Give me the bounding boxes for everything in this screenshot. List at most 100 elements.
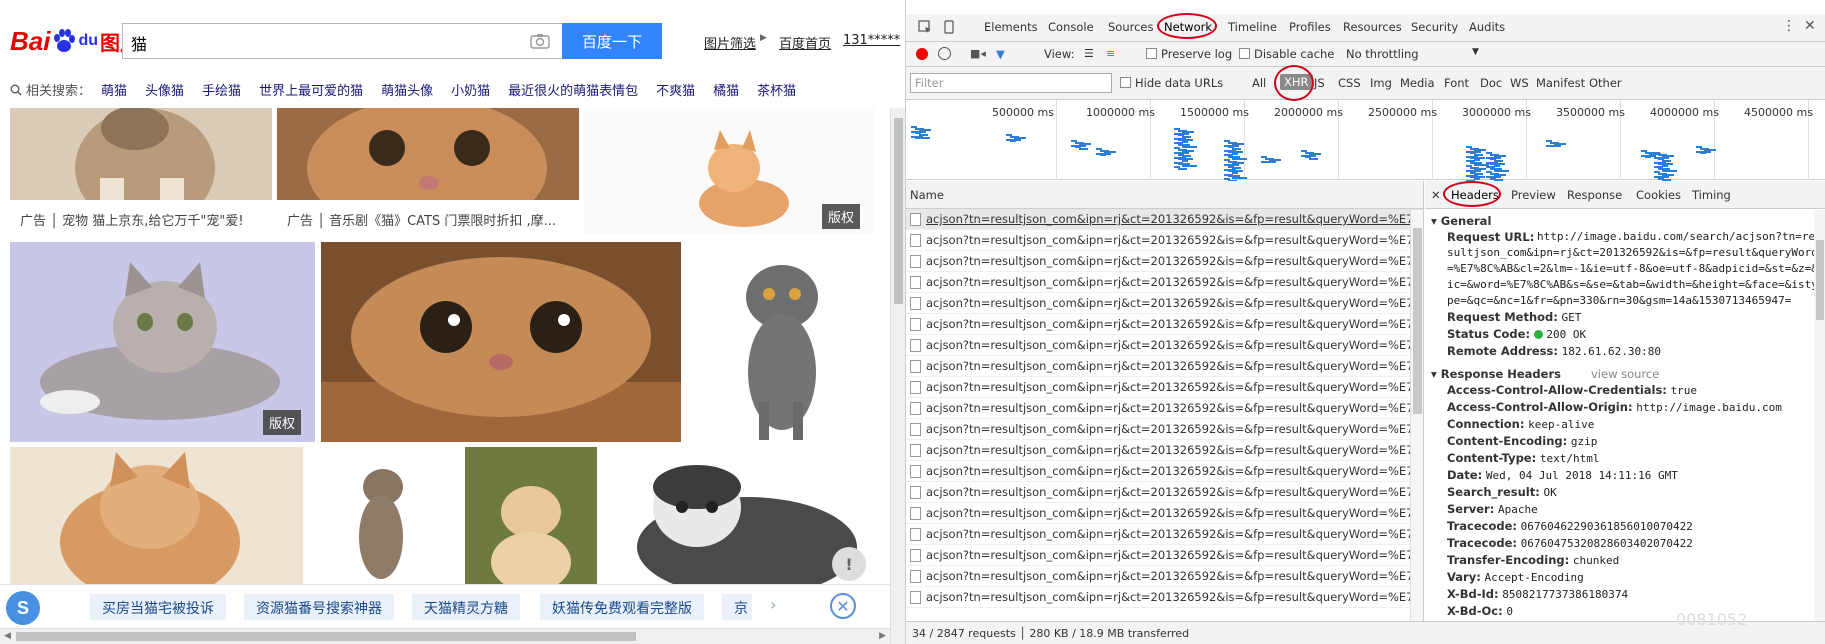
large-rows-icon[interactable]: ☰ [1084,47,1094,60]
image-kitten-standing[interactable] [311,447,449,587]
suggest-chip[interactable]: 资源猫番号搜索神器 [244,594,394,620]
type-filter-manifest[interactable]: Manifest [1536,76,1585,90]
tab-resources[interactable]: Resources [1343,20,1402,34]
request-row[interactable]: acjson?tn=resultjson_com&ipn=rj&ct=20132… [906,293,1423,314]
type-filter-all[interactable]: All [1252,76,1266,90]
clear-icon[interactable] [938,47,951,60]
type-filter-doc[interactable]: Doc [1480,76,1502,90]
preserve-log-checkbox[interactable]: Preserve log [1146,47,1232,61]
tab-cookies[interactable]: Cookies [1636,188,1681,202]
tab-timeline[interactable]: Timeline [1228,20,1277,34]
search-input[interactable]: 猫 [122,23,562,59]
related-term[interactable]: 手绘猫 [202,80,241,99]
filter-input[interactable]: Filter [910,73,1112,93]
request-row[interactable]: acjson?tn=resultjson_com&ipn=rj&ct=20132… [906,440,1423,461]
overview-icon[interactable]: ≡ [1106,47,1115,60]
request-row[interactable]: acjson?tn=resultjson_com&ipn=rj&ct=20132… [906,461,1423,482]
disable-cache-checkbox[interactable]: Disable cache [1239,47,1334,61]
type-filter-js[interactable]: JS [1314,76,1325,90]
page-horizontal-scrollbar[interactable]: ◀ ▶ [0,628,890,644]
related-term[interactable]: 茶杯猫 [757,80,796,99]
image-cat-face-table[interactable] [321,242,681,442]
suggest-chip[interactable]: 京 [722,594,752,620]
screenshot-icon[interactable]: ■◂ [970,47,986,60]
request-row[interactable]: acjson?tn=resultjson_com&ipn=rj&ct=20132… [906,545,1423,566]
image-tabby-lying[interactable]: 版权 [10,242,315,442]
ad-image-pet-mall[interactable]: 广告 │ 宠物 猫上京东,给它万千"宠"爱! [10,108,272,234]
tab-audits[interactable]: Audits [1469,20,1505,34]
request-row[interactable]: acjson?tn=resultjson_com&ipn=rj&ct=20132… [906,503,1423,524]
close-details-icon[interactable]: ✕ [1431,188,1441,202]
chevron-right-icon[interactable]: › [770,595,776,614]
request-row[interactable]: acjson?tn=resultjson_com&ipn=rj&ct=20132… [906,587,1423,608]
baidu-home-link[interactable]: 百度首页 [779,33,831,52]
type-filter-other[interactable]: Other [1589,76,1622,90]
throttling-select[interactable]: No throttling [1346,47,1419,61]
request-row[interactable]: acjson?tn=resultjson_com&ipn=rj&ct=20132… [906,272,1423,293]
request-row[interactable]: acjson?tn=resultjson_com&ipn=rj&ct=20132… [906,251,1423,272]
scroll-right-icon[interactable]: ▶ [879,631,886,641]
request-row[interactable]: acjson?tn=resultjson_com&ipn=rj&ct=20132… [906,230,1423,251]
related-term[interactable]: 不爽猫 [656,80,695,99]
type-filter-media[interactable]: Media [1400,76,1435,90]
image-kitten-white[interactable]: 版权 [584,108,874,234]
related-term[interactable]: 世界上最可爱的猫 [259,80,363,99]
request-row[interactable]: acjson?tn=resultjson_com&ipn=rj&ct=20132… [906,314,1423,335]
more-options-icon[interactable]: ⋮ [1782,18,1796,34]
device-mode-icon[interactable] [942,20,956,34]
tab-sources[interactable]: Sources [1108,20,1154,34]
type-filter-ws[interactable]: WS [1510,76,1529,90]
feedback-button[interactable]: ! [832,547,866,581]
close-devtools-icon[interactable]: ✕ [1804,18,1816,34]
close-icon[interactable]: ✕ [830,593,856,619]
tab-timing[interactable]: Timing [1692,188,1731,202]
request-row[interactable]: acjson?tn=resultjson_com&ipn=rj&ct=20132… [906,335,1423,356]
request-row[interactable]: acjson?tn=resultjson_com&ipn=rj&ct=20132… [906,482,1423,503]
network-timeline-overview[interactable]: 500000 ms 1000000 ms 1500000 ms 2000000 ms 2… [906,100,1825,201]
baidu-logo[interactable]: Bai du 图片 [10,22,140,60]
ad-image-cats-musical[interactable]: 广告 │ 音乐剧《猫》CATS 门票限时折扣 ,摩... [277,108,579,234]
tab-security[interactable]: Security [1411,20,1458,34]
image-orange-cat[interactable] [10,447,303,587]
tab-console[interactable]: Console [1048,20,1094,34]
record-icon[interactable] [916,48,928,60]
related-term[interactable]: 橘猫 [713,80,739,99]
suggest-chip[interactable]: 妖猫传免费观看完整版 [540,594,704,620]
related-term[interactable]: 萌猫 [101,80,127,99]
hide-data-urls-checkbox[interactable]: Hide data URLs [1120,76,1223,90]
tab-profiles[interactable]: Profiles [1289,20,1331,34]
tab-preview[interactable]: Preview [1511,188,1556,202]
user-link[interactable]: 131***** [843,33,900,52]
request-row[interactable]: acjson?tn=resultjson_com&ipn=rj&ct=20132… [906,524,1423,545]
general-section-toggle[interactable]: ▾ General [1431,213,1820,229]
related-term[interactable]: 头像猫 [145,80,184,99]
camera-icon[interactable] [530,33,550,49]
related-term[interactable]: 小奶猫 [451,80,490,99]
related-term[interactable]: 最近很火的萌猫表情包 [508,80,638,99]
type-filter-font[interactable]: Font [1444,76,1469,90]
related-term[interactable]: 萌猫头像 [381,80,433,99]
request-row[interactable]: acjson?tn=resultjson_com&ipn=rj&ct=20132… [906,209,1423,230]
request-row[interactable]: acjson?tn=resultjson_com&ipn=rj&ct=20132… [906,419,1423,440]
image-filter-link[interactable]: 图片筛选 [704,33,756,52]
view-source-link[interactable]: view source [1591,367,1659,381]
type-filter-css[interactable]: CSS [1338,76,1361,90]
type-filter-img[interactable]: Img [1370,76,1392,90]
request-row[interactable]: acjson?tn=resultjson_com&ipn=rj&ct=20132… [906,398,1423,419]
filter-icon[interactable]: ▼ [996,47,1005,61]
request-row[interactable]: acjson?tn=resultjson_com&ipn=rj&ct=20132… [906,566,1423,587]
request-row[interactable]: acjson?tn=resultjson_com&ipn=rj&ct=20132… [906,356,1423,377]
search-button[interactable]: 百度一下 [562,23,662,59]
dropdown-caret-icon[interactable]: ▼ [1472,47,1479,57]
request-row[interactable]: acjson?tn=resultjson_com&ipn=rj&ct=20132… [906,377,1423,398]
page-vertical-scrollbar[interactable] [890,108,905,644]
image-grey-fold-cat[interactable] [687,242,875,442]
details-scrollbar[interactable] [1814,210,1825,621]
request-list-scrollbar[interactable] [1410,210,1423,621]
image-kitten-green[interactable] [465,447,597,587]
name-column-header[interactable]: Name [906,181,1423,209]
response-headers-toggle[interactable]: ▾ Response Headers view source [1431,366,1820,382]
tab-elements[interactable]: Elements [984,20,1038,34]
scroll-left-icon[interactable]: ◀ [4,631,11,641]
inspect-element-icon[interactable] [918,20,932,34]
